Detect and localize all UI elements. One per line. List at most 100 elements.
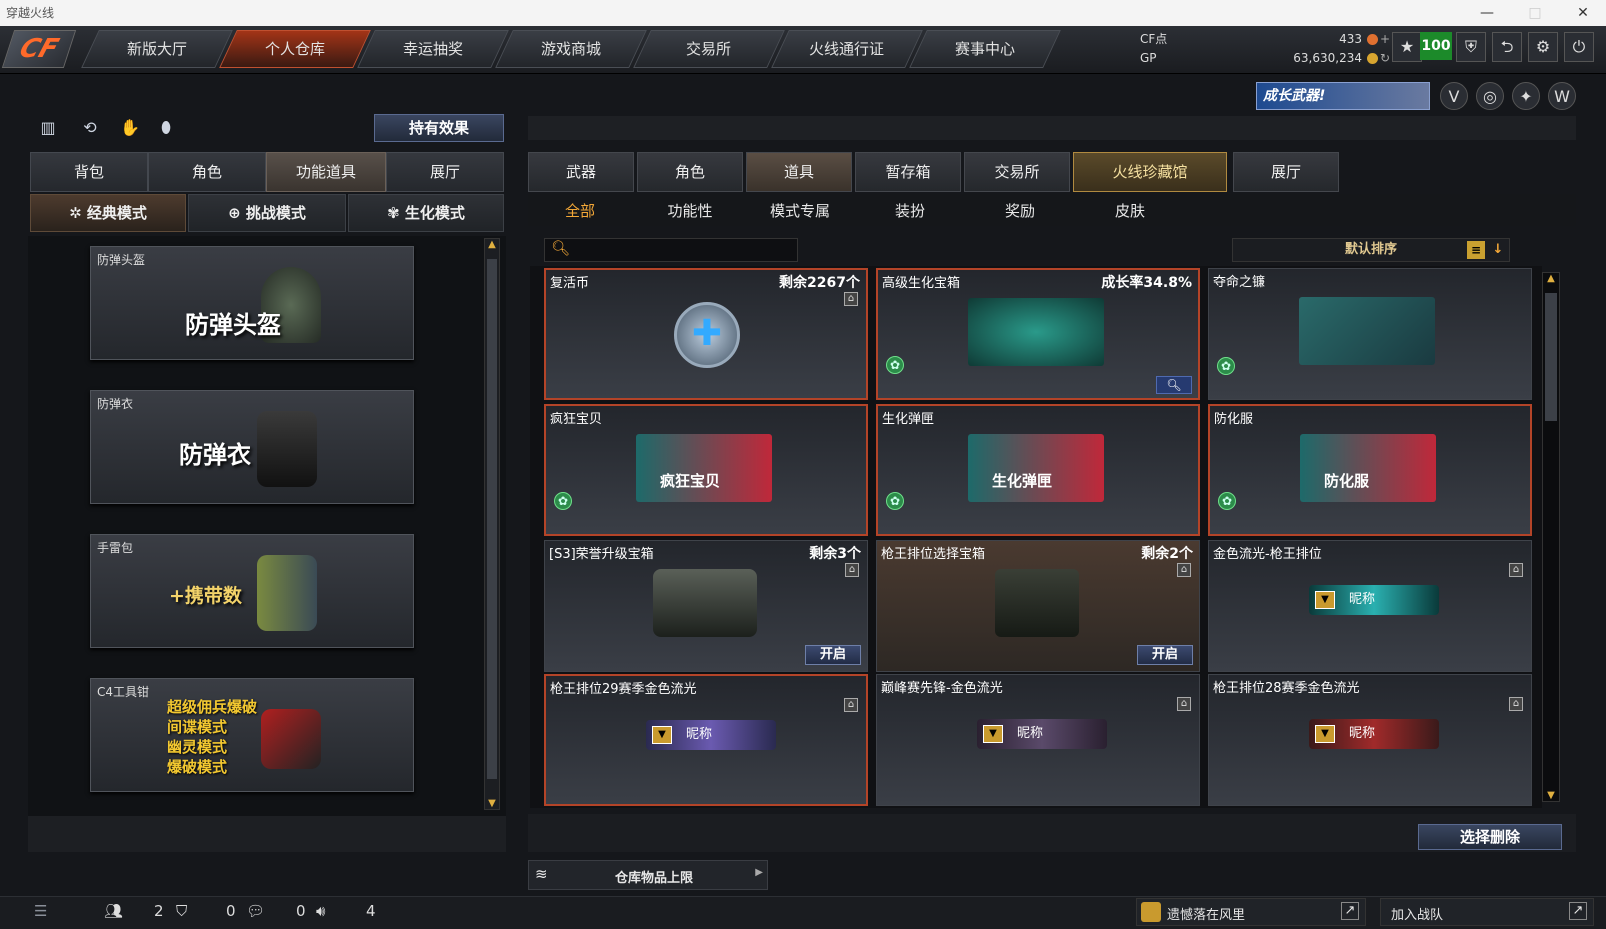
filter-reward[interactable]: 奖励 bbox=[980, 198, 1060, 224]
grenade-icon[interactable]: ⬮ bbox=[154, 116, 178, 140]
trash-icon[interactable]: ⌂ bbox=[1177, 563, 1191, 577]
chat-icon[interactable]: 💬︎ bbox=[246, 902, 265, 920]
item-card-s28-gold[interactable]: 枪王排位28赛季金色流光 ⌂ ▼ 昵称 bbox=[1208, 674, 1532, 806]
nav-item-warehouse[interactable]: 个人仓库 bbox=[219, 30, 371, 68]
filter-dress[interactable]: 装扮 bbox=[870, 198, 950, 224]
search-input[interactable]: 🔍︎ bbox=[544, 238, 798, 262]
rank-icon[interactable]: ★ bbox=[1392, 32, 1422, 62]
maximize-button[interactable]: □ bbox=[1512, 0, 1558, 26]
trash-icon[interactable]: ⌂ bbox=[845, 563, 859, 577]
badge-v-icon[interactable]: V bbox=[1440, 82, 1468, 110]
history-icon[interactable]: ⟲ bbox=[78, 116, 102, 140]
grenade-pack-image bbox=[257, 555, 317, 631]
item-card-rank-box[interactable]: 枪王排位选择宝箱 剩余2个 ⌂ 开启 bbox=[876, 540, 1200, 672]
left-scroll-thumb[interactable] bbox=[487, 259, 497, 779]
item-card-bio-box[interactable]: 高级生化宝箱 成长率34.8% ✿ 🔍︎ bbox=[876, 268, 1200, 400]
trash-icon[interactable]: ⌂ bbox=[844, 292, 858, 306]
open-button[interactable]: 开启 bbox=[805, 645, 861, 665]
mode-challenge[interactable]: ⊕ 挑战模式 bbox=[188, 194, 346, 232]
tab-backpack[interactable]: 背包 bbox=[30, 152, 148, 192]
w-logo-icon[interactable]: W bbox=[1548, 82, 1576, 110]
refresh-icon[interactable]: ↻ bbox=[1380, 49, 1390, 68]
power-icon[interactable]: ⏻ bbox=[1564, 32, 1594, 62]
wings-icon[interactable]: ✦ bbox=[1512, 82, 1540, 110]
speaker-icon[interactable]: 🔊︎ bbox=[316, 902, 325, 920]
right-header-strip bbox=[528, 116, 1576, 140]
trash-icon[interactable]: ⌂ bbox=[1509, 697, 1523, 711]
item-card-hazmat[interactable]: 防化服 防化服 ✿ bbox=[1208, 404, 1532, 536]
item-card-grenade-pack[interactable]: 手雷包 +携带数 bbox=[90, 534, 414, 648]
item-card-vest[interactable]: 防弹衣 防弹衣 bbox=[90, 390, 414, 504]
item-card-c4-pliers[interactable]: C4工具钳 超级佣兵爆破 间谍模式 幽灵模式 爆破模式 bbox=[90, 678, 414, 792]
tab-showroom[interactable]: 展厅 bbox=[386, 152, 504, 192]
add-cf-icon[interactable]: + bbox=[1380, 30, 1390, 49]
select-delete-button[interactable]: 选择删除 bbox=[1418, 824, 1562, 850]
item-card-bio-mag[interactable]: 生化弹匣 生化弹匣 ✿ bbox=[876, 404, 1200, 536]
tab-weapons[interactable]: 武器 bbox=[528, 152, 634, 192]
shield-icon[interactable]: ⛨ bbox=[1456, 32, 1486, 62]
capacity-row[interactable]: ≋ 仓库物品上限 ▶ bbox=[528, 860, 768, 890]
nav-item-lottery[interactable]: 幸运抽奖 bbox=[357, 30, 509, 68]
join-team-chip[interactable]: 加入战队 ↗ bbox=[1380, 898, 1594, 926]
trash-icon[interactable]: ⌂ bbox=[844, 698, 858, 712]
tab-hall[interactable]: 展厅 bbox=[1233, 152, 1339, 192]
filter-function[interactable]: 功能性 bbox=[650, 198, 730, 224]
item-card-gold-glow-rank[interactable]: 金色流光-枪王排位 ⌂ ▼ 昵称 bbox=[1208, 540, 1532, 672]
tab-props[interactable]: 道具 bbox=[746, 152, 852, 192]
sort-arrow-icon[interactable]: ↓ bbox=[1489, 241, 1507, 259]
tab-trade[interactable]: 交易所 bbox=[964, 152, 1070, 192]
tab-character[interactable]: 角色 bbox=[148, 152, 266, 192]
item-card-scythe[interactable]: 夺命之镰 ✿ bbox=[1208, 268, 1532, 400]
scroll-up-icon[interactable]: ▲ bbox=[1543, 273, 1559, 284]
open-button[interactable]: 开启 bbox=[1137, 645, 1193, 665]
right-scroll-thumb[interactable] bbox=[1545, 293, 1557, 421]
tab-storage[interactable]: 暂存箱 bbox=[855, 152, 961, 192]
filter-skin[interactable]: 皮肤 bbox=[1090, 198, 1170, 224]
item-card-honor-box[interactable]: [S3]荣誉升级宝箱 剩余3个 ⌂ 开启 bbox=[544, 540, 868, 672]
return-icon[interactable]: ⮌ bbox=[1492, 32, 1522, 62]
scroll-down-icon[interactable]: ▼ bbox=[1543, 790, 1559, 801]
item-card-helmet[interactable]: 防弹头盔 防弹头盔 bbox=[90, 246, 414, 360]
cf-value: 433 bbox=[1339, 32, 1362, 46]
list-icon[interactable]: ≡ bbox=[1467, 241, 1485, 259]
left-scrollbar[interactable]: ▲ ▼ bbox=[484, 238, 500, 810]
scroll-down-icon[interactable]: ▼ bbox=[485, 798, 499, 809]
tab-roles[interactable]: 角色 bbox=[637, 152, 743, 192]
friend-chip[interactable]: 遗憾落在风里 ↗ bbox=[1136, 898, 1366, 926]
nav-item-pass[interactable]: 火线通行证 bbox=[771, 30, 923, 68]
scroll-up-icon[interactable]: ▲ bbox=[485, 239, 499, 250]
mode-biochem[interactable]: ✾ 生化模式 bbox=[348, 194, 504, 232]
preview-icon[interactable]: 🔍︎ bbox=[1156, 376, 1192, 394]
sort-dropdown[interactable]: 默认排序 ≡ ↓ bbox=[1232, 238, 1510, 262]
stats-icon[interactable]: ▥ bbox=[36, 116, 60, 140]
clan-icon[interactable]: ⛉ bbox=[176, 902, 187, 920]
mode-classic[interactable]: ✲ 经典模式 bbox=[30, 194, 186, 232]
item-card-peak-gold[interactable]: 巅峰赛先锋-金色流光 ⌂ ▼ 昵称 bbox=[876, 674, 1200, 806]
expand-arrow-icon[interactable]: ▶ bbox=[755, 867, 763, 878]
hand-icon[interactable]: ✋ bbox=[118, 116, 142, 140]
filter-all[interactable]: 全部 bbox=[540, 198, 620, 224]
minimize-button[interactable]: — bbox=[1464, 0, 1510, 26]
item-card-s29-gold[interactable]: 枪王排位29赛季金色流光 ⌂ ▼ 昵称 bbox=[544, 674, 868, 806]
item-card-revive-coin[interactable]: 复活币 剩余2267个 ⌂ ✚ bbox=[544, 268, 868, 400]
globe-icon[interactable]: ◎ bbox=[1476, 82, 1504, 110]
external-link-icon[interactable]: ↗ bbox=[1569, 902, 1587, 920]
nav-item-events[interactable]: 赛事中心 bbox=[909, 30, 1061, 68]
promo-banner[interactable]: 成长武器! bbox=[1256, 82, 1430, 110]
filter-mode[interactable]: 模式专属 bbox=[760, 198, 840, 224]
external-link-icon[interactable]: ↗ bbox=[1341, 902, 1359, 920]
trash-icon[interactable]: ⌂ bbox=[1509, 563, 1523, 577]
menu-icon[interactable]: ☰ bbox=[34, 902, 47, 920]
friends-icon[interactable]: 👥︎ bbox=[104, 902, 123, 920]
gear-icon[interactable]: ⚙ bbox=[1528, 32, 1558, 62]
nav-item-lobby[interactable]: 新版大厅 bbox=[81, 30, 233, 68]
right-scrollbar[interactable]: ▲ ▼ bbox=[1542, 272, 1560, 802]
nav-item-exchange[interactable]: 交易所 bbox=[633, 30, 785, 68]
trash-icon[interactable]: ⌂ bbox=[1177, 697, 1191, 711]
tab-function-items[interactable]: 功能道具 bbox=[266, 152, 386, 192]
nav-item-shop[interactable]: 游戏商城 bbox=[495, 30, 647, 68]
hold-effect-button[interactable]: 持有效果 bbox=[374, 114, 504, 142]
item-card-crazy-baby[interactable]: 疯狂宝贝 疯狂宝贝 ✿ bbox=[544, 404, 868, 536]
close-button[interactable]: ✕ bbox=[1560, 0, 1606, 26]
tab-collection[interactable]: 火线珍藏馆 bbox=[1073, 152, 1227, 192]
